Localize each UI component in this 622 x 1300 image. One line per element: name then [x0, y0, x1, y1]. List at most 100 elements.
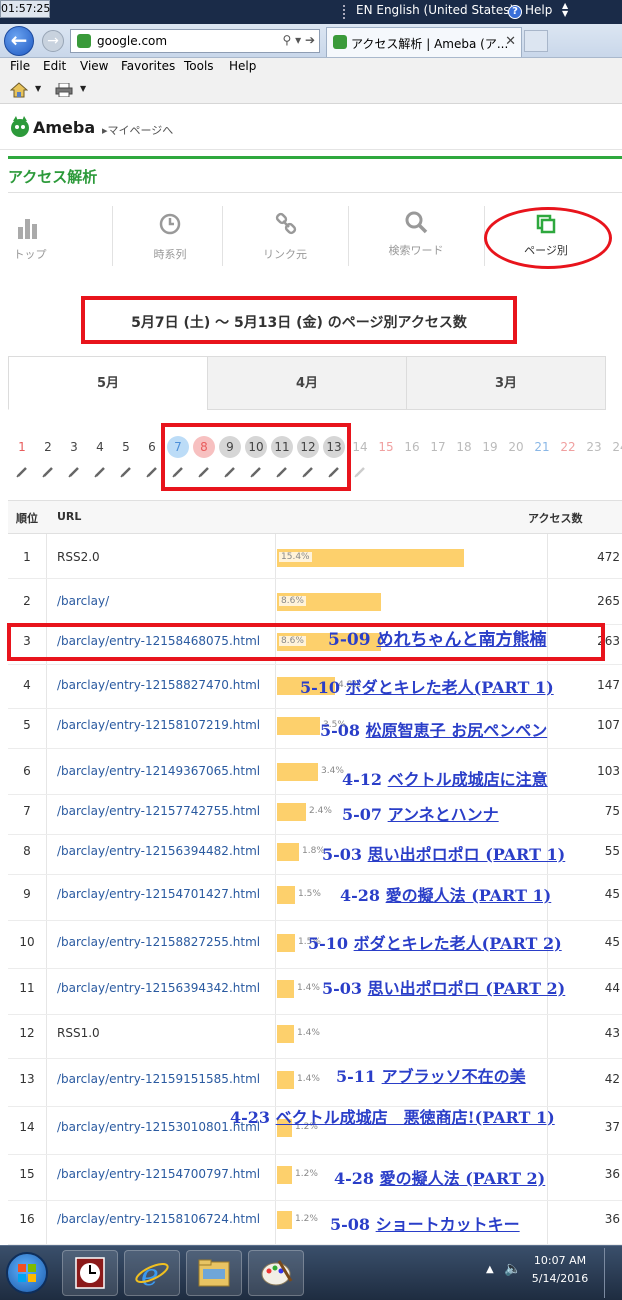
help-button[interactable]: ? Help	[508, 3, 552, 19]
share-bar	[277, 934, 295, 952]
new-tab-button[interactable]	[524, 30, 548, 52]
post-annotation: 5-10 ボダとキレた老人(PART 2)	[308, 930, 562, 954]
access-count: 37	[604, 1120, 620, 1134]
mypage-link[interactable]: ▸マイページへ	[102, 122, 173, 138]
pencil-icon[interactable]	[146, 466, 158, 478]
menu-file[interactable]: File	[10, 59, 30, 73]
day-20[interactable]: 20	[505, 436, 527, 458]
url-link[interactable]: /barclay/entry-12158827470.html	[57, 678, 260, 692]
access-count: 265	[597, 594, 620, 608]
action-center-icon[interactable]: ▲	[486, 1264, 494, 1275]
tab-may[interactable]: 5月	[8, 356, 208, 410]
share-percent: 1.2%	[295, 1214, 318, 1224]
table-row: 14/barclay/entry-12153010801.html 1.2% 37 4…	[8, 1104, 622, 1152]
header-rank: 順位	[16, 512, 38, 525]
url-link[interactable]: /barclay/entry-12158827255.html	[57, 935, 260, 949]
language-indicator[interactable]: EN English (United States)	[334, 3, 514, 17]
menu-edit[interactable]: Edit	[43, 59, 66, 73]
rank-cell: 5	[23, 718, 31, 732]
nav-search-words[interactable]: 検索ワード	[378, 204, 454, 270]
day-16[interactable]: 16	[401, 436, 423, 458]
print-icon[interactable]	[55, 83, 73, 97]
pencil-icon[interactable]	[94, 466, 106, 478]
day-4[interactable]: 4	[89, 436, 111, 458]
tab-april[interactable]: 4月	[207, 356, 407, 410]
day-24[interactable]: 24	[609, 436, 622, 458]
nav-referrer[interactable]: リンク元	[252, 204, 318, 270]
menu-view[interactable]: View	[80, 59, 108, 73]
language-bar-options-icon[interactable]: ▲ ▼	[562, 2, 568, 18]
day-19[interactable]: 19	[479, 436, 501, 458]
back-button[interactable]: ←	[4, 26, 34, 56]
share-bar	[277, 1211, 292, 1229]
day-3[interactable]: 3	[63, 436, 85, 458]
menu-tools[interactable]: Tools	[184, 59, 214, 73]
url-text[interactable]: google.com	[97, 34, 167, 48]
search-dropdown-icon[interactable]: ⚲ ▾ ➔	[283, 33, 316, 47]
paint-icon	[261, 1260, 293, 1286]
show-desktop-button[interactable]	[604, 1248, 618, 1298]
url-link[interactable]: /barclay/entry-12156394482.html	[57, 844, 260, 858]
annotation-date: 5-07	[342, 805, 383, 824]
home-icon[interactable]	[10, 82, 28, 98]
day-1[interactable]: 1	[11, 436, 33, 458]
url-link[interactable]: /barclay/entry-12156394342.html	[57, 981, 260, 995]
table-row: 15/barclay/entry-12154700797.html 1.2% 36 4…	[8, 1152, 622, 1198]
home-dropdown-icon[interactable]: ▼	[35, 84, 41, 93]
taskbar: e ▲ 🔈 10:07 AM 5/14/2016	[0, 1245, 622, 1300]
url-link[interactable]: /barclay/entry-12154700797.html	[57, 1167, 260, 1181]
start-button[interactable]	[6, 1252, 48, 1294]
access-count: 55	[604, 844, 620, 858]
volume-icon[interactable]: 🔈	[504, 1261, 521, 1277]
url-link[interactable]: /barclay/	[57, 594, 109, 608]
nav-separator	[348, 206, 349, 266]
post-annotation: 4-12 ベクトル成城店に注意	[342, 766, 548, 790]
url-link[interactable]: /barclay/entry-12158107219.html	[57, 718, 260, 732]
address-bar[interactable]: google.com ⚲ ▾ ➔	[70, 29, 320, 53]
tab-march[interactable]: 3月	[406, 356, 606, 410]
nav-timeline[interactable]: 時系列	[140, 204, 200, 270]
url-link[interactable]: /barclay/entry-12157742755.html	[57, 804, 260, 818]
day-2[interactable]: 2	[37, 436, 59, 458]
share-bar	[277, 843, 299, 861]
ameba-logo[interactable]: Ameba	[33, 118, 95, 137]
pencil-icon[interactable]	[68, 466, 80, 478]
day-14[interactable]: 14	[349, 436, 371, 458]
day-15[interactable]: 15	[375, 436, 397, 458]
url-link[interactable]: /barclay/entry-12158106724.html	[57, 1212, 260, 1226]
day-6[interactable]: 6	[141, 436, 163, 458]
forward-button[interactable]: →	[42, 30, 64, 52]
menu-help[interactable]: Help	[229, 59, 256, 73]
share-percent: 15.4%	[279, 552, 312, 562]
annotation-date: 5-10	[308, 934, 349, 953]
taskbar-internet-explorer[interactable]: e	[124, 1250, 180, 1296]
nav-top[interactable]: トップ	[8, 204, 52, 270]
day-21[interactable]: 21	[531, 436, 553, 458]
menu-favorites[interactable]: Favorites	[121, 59, 175, 73]
link-icon	[275, 212, 297, 235]
ameba-logo-icon[interactable]	[10, 116, 30, 138]
taskbar-clock-app[interactable]	[62, 1250, 118, 1296]
pencil-icon[interactable]	[42, 466, 54, 478]
taskbar-paint[interactable]	[248, 1250, 304, 1296]
pencil-icon[interactable]	[354, 466, 366, 478]
taskbar-file-explorer[interactable]	[186, 1250, 242, 1296]
url-link[interactable]: /barclay/entry-12149367065.html	[57, 764, 260, 778]
annotation-date: 4-23	[230, 1108, 271, 1127]
table-row: 6/barclay/entry-12149367065.html 3.4% 103 4…	[8, 752, 622, 792]
url-link[interactable]: /barclay/entry-12154701427.html	[57, 887, 260, 901]
url-link[interactable]: /barclay/entry-12159151585.html	[57, 1072, 260, 1086]
day-17[interactable]: 17	[427, 436, 449, 458]
print-dropdown-icon[interactable]: ▼	[80, 84, 86, 93]
browser-tab-active[interactable]: アクセス解析 | Ameba (ア... ✕	[326, 27, 522, 57]
day-5[interactable]: 5	[115, 436, 137, 458]
day-22[interactable]: 22	[557, 436, 579, 458]
annotation-date: 5-11	[336, 1067, 377, 1086]
system-clock[interactable]: 10:07 AM 5/14/2016	[528, 1252, 592, 1288]
pencil-icon[interactable]	[120, 466, 132, 478]
annotation-date: 4-12	[342, 770, 383, 789]
day-18[interactable]: 18	[453, 436, 475, 458]
day-23[interactable]: 23	[583, 436, 605, 458]
close-icon[interactable]: ✕	[505, 34, 516, 49]
pencil-icon[interactable]	[16, 466, 28, 478]
